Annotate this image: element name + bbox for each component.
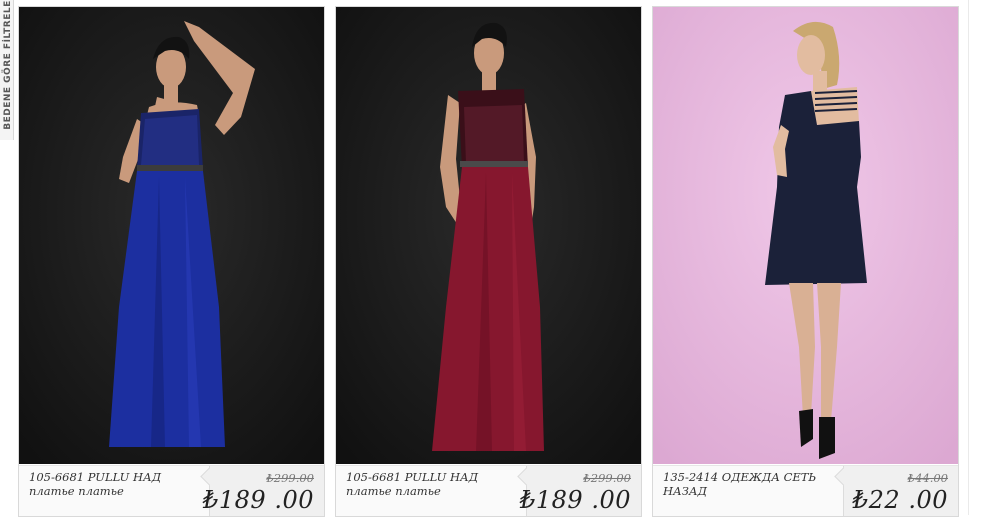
product-name[interactable]: 135-2414 ОДЕЖДА СЕТЬ НАЗАД (663, 470, 843, 498)
filter-by-size-label: BEDENE GÖRE FİLTRELE (3, 0, 13, 130)
current-price: ₺189 .00 (520, 486, 631, 514)
product-card[interactable]: 105-6681 PULLU НАД платье платье ₺299.00… (335, 6, 642, 517)
product-info: 105-6681 PULLU НАД платье платье ₺299.00… (336, 465, 641, 516)
current-price: ₺22 .00 (852, 486, 948, 514)
product-name[interactable]: 105-6681 PULLU НАД платье платье (346, 470, 526, 498)
price-box: ₺299.00 ₺189 .00 (517, 466, 641, 516)
product-card[interactable]: 105-6681 PULLU НАД платье платье ₺299.00… (18, 6, 325, 517)
product-info: 135-2414 ОДЕЖДА СЕТЬ НАЗАД ₺44.00 ₺22 .0… (653, 465, 958, 516)
price-box: ₺299.00 ₺189 .00 (200, 466, 324, 516)
product-image[interactable] (19, 7, 324, 464)
price-box: ₺44.00 ₺22 .00 (834, 466, 958, 516)
old-price: ₺44.00 (907, 471, 948, 485)
product-name[interactable]: 105-6681 PULLU НАД платье платье (29, 470, 209, 498)
product-card[interactable]: 135-2414 ОДЕЖДА СЕТЬ НАЗАД ₺44.00 ₺22 .0… (652, 6, 959, 517)
filter-by-size-tab[interactable]: BEDENE GÖRE FİLTRELE (0, 0, 14, 140)
product-image[interactable] (336, 7, 641, 464)
current-price: ₺189 .00 (203, 486, 314, 514)
old-price: ₺299.00 (583, 471, 631, 485)
old-price: ₺299.00 (266, 471, 314, 485)
page-edge-scroll-area (968, 0, 987, 515)
product-image[interactable] (653, 7, 958, 464)
product-info: 105-6681 PULLU НАД платье платье ₺299.00… (19, 465, 324, 516)
